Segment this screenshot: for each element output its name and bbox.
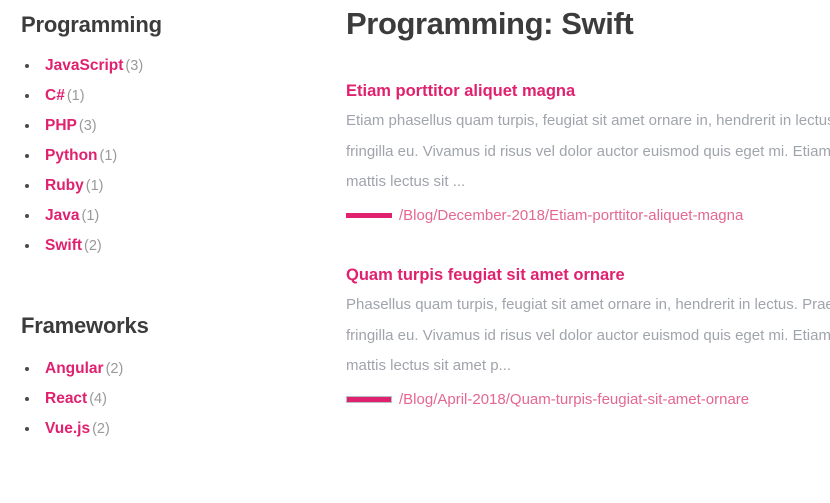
sidebar-count-java: (1): [81, 208, 100, 225]
post-title-link[interactable]: Quam turpis feugiat sit amet ornare: [346, 265, 830, 286]
sidebar-count-php: (3): [78, 118, 97, 135]
post-url-link[interactable]: /Blog/April-2018/Quam-turpis-feugiat-sit…: [399, 391, 749, 408]
accent-bar-divider: [346, 395, 392, 403]
sidebar-count-python: (1): [99, 148, 118, 165]
post-item: Quam turpis feugiat sit amet ornare Phas…: [346, 265, 830, 408]
sidebar-list-frameworks: Angular (2) React (4) Vue.js (2): [21, 360, 326, 438]
list-item[interactable]: Vue.js (2): [21, 420, 326, 438]
list-item[interactable]: C# (1): [21, 87, 326, 105]
post-item: Etiam porttitor aliquet magna Etiam phas…: [346, 81, 830, 224]
sidebar-count-angular: (2): [105, 360, 124, 377]
page-root: Programming JavaScript (3) C# (1) PHP (3) P…: [0, 0, 830, 503]
sidebar-item-vuejs[interactable]: Vue.js: [45, 420, 90, 437]
sidebar-item-react[interactable]: React: [45, 390, 87, 407]
sidebar-item-python[interactable]: Python: [45, 147, 98, 164]
sidebar-count-react: (4): [89, 390, 107, 407]
sidebar-heading-programming: Programming: [21, 12, 162, 37]
sidebar-item-java[interactable]: Java: [45, 207, 79, 224]
post-excerpt-line: mattis lectus sit amet p...: [346, 357, 512, 375]
sidebar-item-csharp[interactable]: C#: [45, 87, 65, 104]
list-item[interactable]: Angular (2): [21, 360, 326, 378]
post-excerpt-line: Etiam phasellus quam turpis, feugiat sit…: [346, 112, 830, 130]
list-item[interactable]: Swift (2): [21, 237, 326, 255]
sidebar-count-csharp: (1): [66, 88, 85, 105]
sidebar-list-programming: JavaScript (3) C# (1) PHP (3) Python (1) Rub…: [21, 57, 326, 255]
post-excerpt-line: fringilla eu. Vivamus id risus vel dolor…: [346, 142, 830, 160]
sidebar-item-javascript[interactable]: JavaScript: [45, 57, 123, 74]
sidebar-item-swift[interactable]: Swift: [45, 237, 82, 254]
post-url-row: /Blog/December-2018/Etiam-porttitor-aliq…: [346, 207, 830, 224]
post-title-link[interactable]: Etiam porttitor aliquet magna: [346, 81, 830, 102]
main-content: Programming: Swift Etiam porttitor aliqu…: [340, 0, 830, 503]
post-excerpt-line: Phasellus quam turpis, feugiat sit amet …: [346, 296, 830, 314]
sidebar-count-ruby: (1): [85, 178, 104, 195]
sidebar: Programming JavaScript (3) C# (1) PHP (3) P…: [0, 0, 340, 503]
post-excerpt-line: mattis lectus sit ...: [346, 173, 466, 191]
sidebar-item-angular[interactable]: Angular: [45, 360, 104, 377]
sidebar-item-ruby[interactable]: Ruby: [45, 177, 84, 194]
sidebar-item-php[interactable]: PHP: [45, 117, 77, 134]
sidebar-count-vuejs: (2): [92, 420, 110, 437]
list-item[interactable]: JavaScript (3): [21, 57, 326, 75]
post-excerpt-line: fringilla eu. Vivamus id risus vel dolor…: [346, 326, 830, 344]
sidebar-count-swift: (2): [84, 238, 102, 255]
list-item[interactable]: Java (1): [21, 207, 326, 225]
sidebar-count-javascript: (3): [125, 58, 144, 75]
post-url-link[interactable]: /Blog/December-2018/Etiam-porttitor-aliq…: [399, 207, 743, 224]
page-title: Programming: Swift: [346, 6, 634, 41]
sidebar-heading-frameworks: Frameworks: [21, 313, 149, 339]
list-item[interactable]: Python (1): [21, 147, 326, 165]
list-item[interactable]: React (4): [21, 390, 326, 408]
post-url-row: /Blog/April-2018/Quam-turpis-feugiat-sit…: [346, 391, 830, 408]
list-item[interactable]: PHP (3): [21, 117, 326, 135]
list-item[interactable]: Ruby (1): [21, 177, 326, 195]
accent-bar-divider: [346, 212, 392, 218]
